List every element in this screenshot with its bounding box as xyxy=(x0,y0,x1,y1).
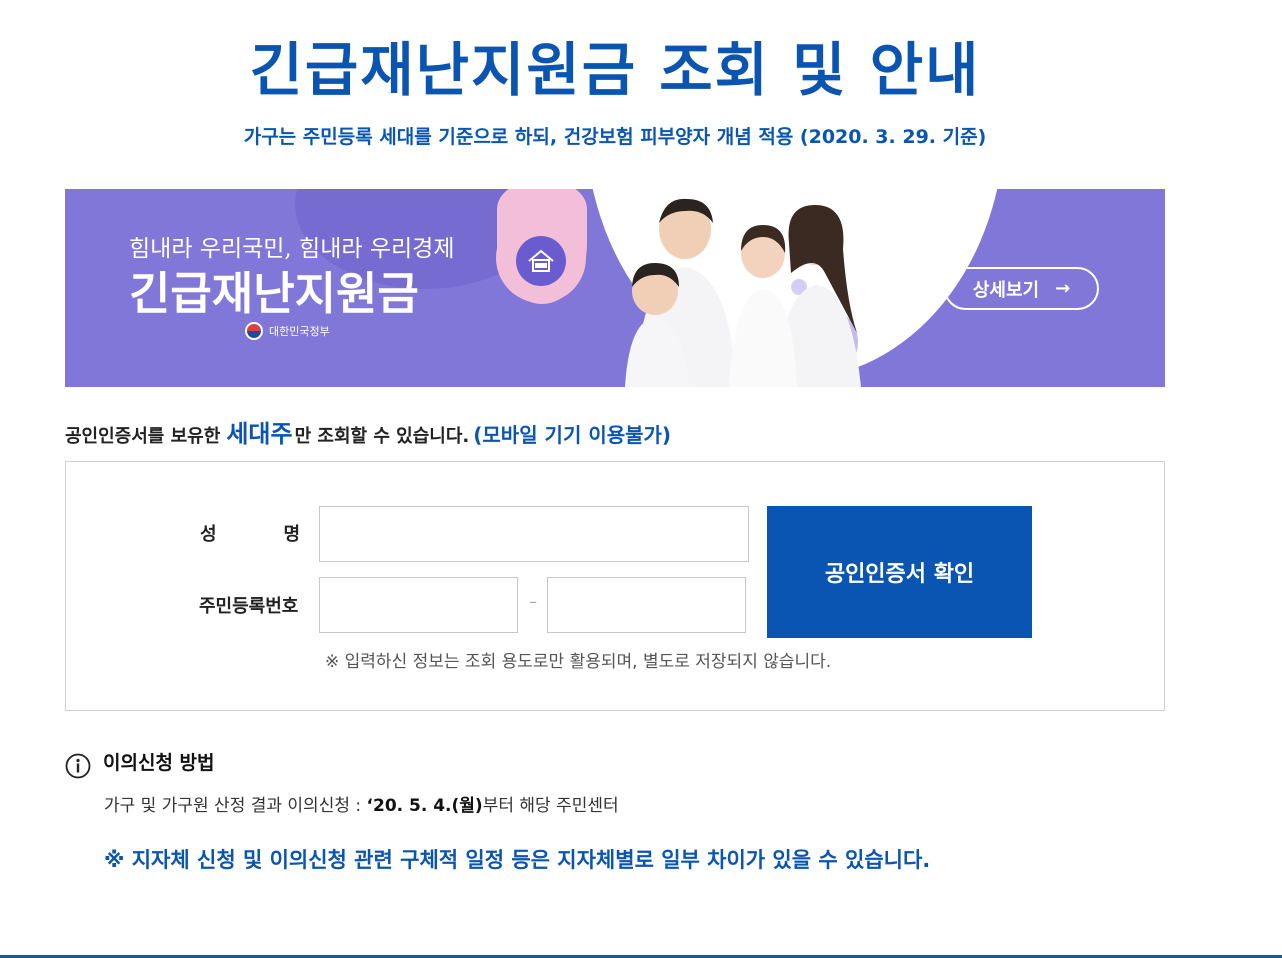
objection-text-prefix: 가구 및 가구원 산정 결과 이의신청 : xyxy=(104,796,362,816)
banner-title: 긴급재난지원금 xyxy=(129,267,419,320)
house-icon xyxy=(516,236,566,286)
rrn-back-input[interactable] xyxy=(547,577,746,633)
page-title: 긴급재난지원금 조회 및 안내 xyxy=(249,36,981,104)
privacy-note: ※ 입력하신 정보는 조회 용도로만 활용되며, 별도로 저장되지 않습니다. xyxy=(325,652,832,672)
certificate-confirm-button[interactable]: 공인인증서 확인 xyxy=(767,506,1032,638)
mobile-unavailable-note: (모바일 기기 이용불가) xyxy=(473,423,672,447)
name-input[interactable] xyxy=(319,506,749,562)
local-government-note: ※ 지자체 신청 및 이의신청 관련 구체적 일정 등은 지자체별로 일부 차이… xyxy=(104,848,931,872)
info-icon xyxy=(65,753,91,779)
objection-text-suffix: 부터 해당 주민센터 xyxy=(482,796,619,816)
detail-button-label: 상세보기 xyxy=(972,279,1040,301)
name-label-part: 명 xyxy=(283,524,300,545)
gov-logo: 대한민국정부 xyxy=(245,322,330,340)
rrn-front-input[interactable] xyxy=(319,577,518,633)
notice-suffix: 만 조회할 수 있습니다. xyxy=(294,426,470,447)
gov-label: 대한민국정부 xyxy=(269,325,330,338)
banner[interactable]: 힘내라 우리국민, 힘내라 우리경제 긴급재난지원금 대한민국정부 상세보기 → xyxy=(65,189,1165,387)
page-subtitle: 가구는 주민등록 세대를 기준으로 하되, 건강보험 피부양자 개념 적용 (2… xyxy=(243,126,987,148)
objection-date: ‘20. 5. 4.(월) xyxy=(366,796,483,816)
notice-emphasis: 세대주 xyxy=(226,420,293,448)
objection-title: 이의신청 방법 xyxy=(103,752,215,774)
notice-prefix: 공인인증서를 보유한 xyxy=(65,426,221,447)
rrn-dash: – xyxy=(529,592,537,611)
name-label: 성 명 xyxy=(200,520,300,546)
detail-button[interactable]: 상세보기 → xyxy=(944,267,1099,310)
taegeuk-icon xyxy=(245,322,263,340)
arrow-right-icon: → xyxy=(1055,278,1071,299)
family-photo xyxy=(625,198,861,387)
lookup-form: 성 명 주민등록번호 – 공인인증서 확인 ※ 입력하신 정보는 조회 용도로만… xyxy=(65,461,1165,711)
certificate-notice: 공인인증서를 보유한 세대주 만 조회할 수 있습니다. (모바일 기기 이용불… xyxy=(65,414,671,449)
rrn-label: 주민등록번호 xyxy=(199,596,299,617)
objection-text: 가구 및 가구원 산정 결과 이의신청 : ‘20. 5. 4.(월)부터 해당… xyxy=(104,791,619,816)
name-label-part: 성 xyxy=(200,524,217,545)
